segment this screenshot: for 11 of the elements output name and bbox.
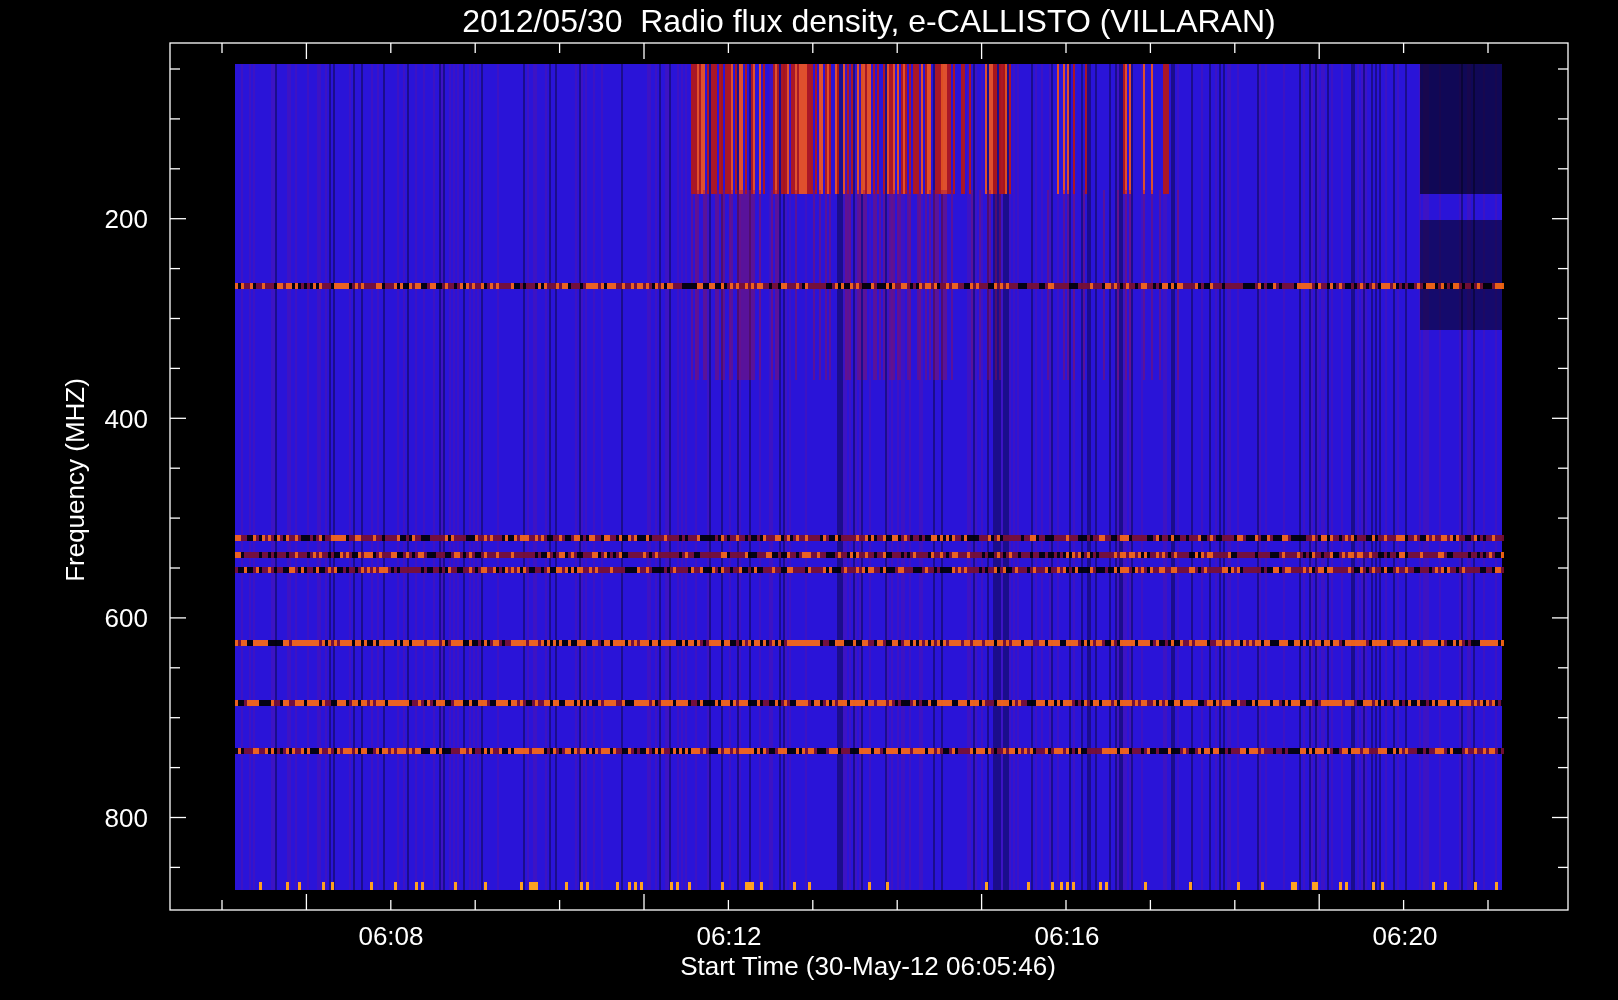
y-tick-label: 600: [104, 603, 148, 634]
y-tick-label: 400: [104, 403, 148, 434]
y-axis-label: Frequency (MHZ): [60, 378, 90, 582]
y-tick-label: 800: [104, 803, 148, 834]
x-tick-label: 06:12: [696, 921, 762, 951]
x-tick-label: 06:16: [1034, 921, 1100, 951]
x-axis-label: Start Time (30-May-12 06:05:46): [680, 951, 1056, 981]
x-tick-label: 06:20: [1372, 921, 1438, 951]
y-tick-label: 200: [104, 204, 148, 234]
x-tick-label: 06:08: [358, 921, 424, 951]
chart-title: 2012/05/30 Radio flux density, e-CALLISTO (VILLARAN): [462, 3, 1276, 39]
